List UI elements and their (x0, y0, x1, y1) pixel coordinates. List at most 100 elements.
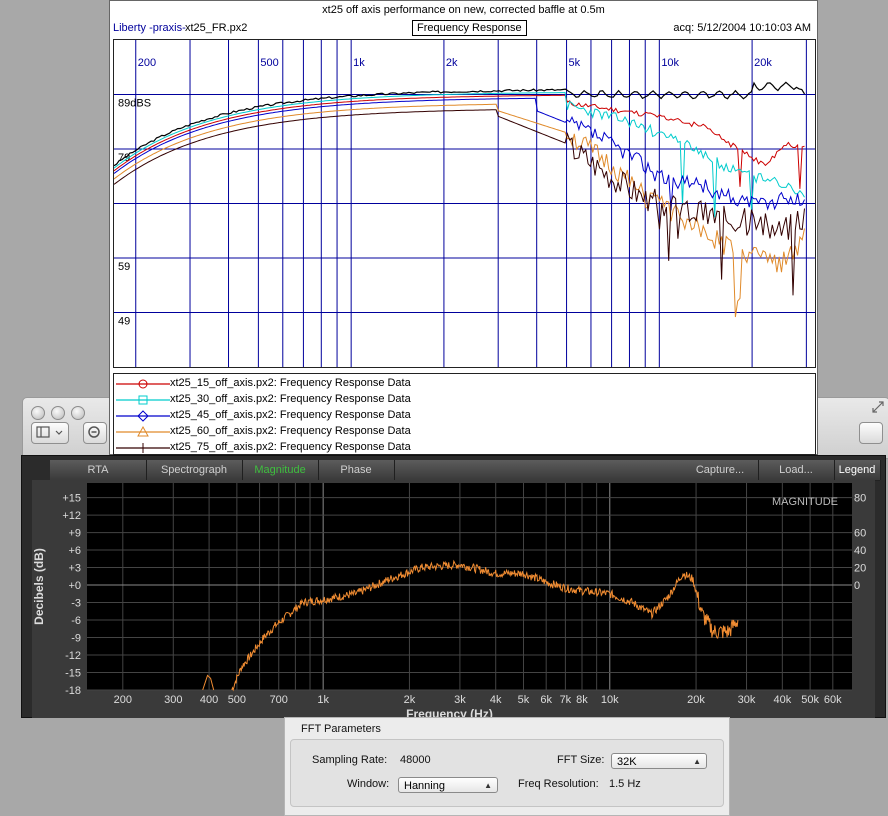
left-tick-label: +3 (68, 563, 81, 575)
diamond-marker-icon (116, 410, 170, 422)
x-tick-label: 500 (228, 694, 246, 706)
freq-resolution-label: Freq Resolution: (518, 778, 599, 790)
response-chart: 200 500 1k 2k 5k 10k 20k89dBS795949 (113, 40, 815, 367)
legend-item: xt25_75_off_axis.px2: Frequency Response… (114, 440, 814, 456)
freq-tick-label: 20k (754, 57, 772, 69)
freq-resolution-value: 1.5 Hz (609, 778, 641, 790)
select-arrows-icon: ▲ (693, 757, 701, 766)
left-tick-label: -18 (65, 685, 81, 697)
freq-tick-label: 2k (446, 57, 458, 69)
magnitude-graph: +15 +12 +9 +6 +3 +0 -3 -6 -9 -12 -15 -18 80 60 40 20 0 20… (32, 480, 875, 721)
x-tick-label: 300 (164, 694, 182, 706)
legend-label: xt25_45_off_axis.px2: Frequency Response… (170, 409, 411, 421)
x-tick-label: 10k (601, 694, 619, 706)
freq-tick-label: 200 (138, 57, 156, 69)
plot-title: xt25 off axis performance on new, correc… (322, 4, 605, 16)
tab-spectrograph[interactable]: Spectrograph (146, 460, 243, 480)
x-tick-label: 40k (773, 694, 791, 706)
left-tick-label: -6 (71, 615, 81, 627)
mode-label[interactable]: Frequency Response (412, 20, 527, 36)
legend-item: xt25_15_off_axis.px2: Frequency Response… (114, 376, 814, 392)
fft-size-select[interactable]: 32K ▲ (611, 753, 707, 769)
x-tick-label: 400 (200, 694, 218, 706)
left-tick-label: +6 (68, 545, 81, 557)
left-tick-label: -12 (65, 650, 81, 662)
x-tick-label: 2k (404, 694, 416, 706)
legend-label: xt25_15_off_axis.px2: Frequency Response… (170, 377, 411, 389)
fft-size-value: 32K (617, 756, 637, 768)
magnitude-chart: +15+12+9+6+3+0-3-6-9-12-15-1880604020020… (32, 483, 866, 721)
tab-capture[interactable]: Capture... (682, 460, 759, 480)
app-name: Liberty -praxis- (113, 22, 186, 34)
circle-marker-icon (116, 379, 170, 389)
acquisition-time: acq: 5/12/2004 10:10:03 AM (673, 22, 811, 34)
triangle-marker-icon (116, 425, 170, 437)
fft-panel-title: FFT Parameters (301, 723, 381, 735)
y-axis-label: Decibels (dB) (32, 548, 46, 625)
resize-icon[interactable] (871, 400, 885, 419)
window-select[interactable]: Hanning ▲ (398, 777, 498, 793)
x-tick-label: 6k (540, 694, 552, 706)
legend-item: xt25_60_off_axis.px2: Frequency Response… (114, 424, 814, 440)
sidebar-toggle-button[interactable] (31, 422, 69, 444)
x-tick-label: 4k (490, 694, 502, 706)
x-tick-label: 200 (114, 694, 132, 706)
series-4-curve (113, 103, 805, 318)
legend-label: xt25_60_off_axis.px2: Frequency Response… (170, 425, 411, 437)
zoom-out-button[interactable] (83, 422, 107, 444)
legend-label: xt25_75_off_axis.px2: Frequency Response… (170, 441, 411, 453)
db-tick-label: 59 (118, 261, 130, 273)
series-1-curve (113, 94, 805, 189)
liberty-plot-window: xt25 off axis performance on new, correc… (109, 0, 818, 455)
x-tick-label: 3k (454, 694, 466, 706)
x-tick-label: 8k (576, 694, 588, 706)
left-tick-label: -3 (71, 598, 81, 610)
left-tick-label: +12 (62, 510, 81, 522)
right-tick-label: 80 (854, 493, 866, 505)
fft-size-label: FFT Size: (557, 754, 605, 766)
square-marker-icon (116, 395, 170, 405)
sampling-rate-label: Sampling Rate: (312, 754, 388, 766)
fft-parameters-group: Sampling Rate: 48000 FFT Size: 32K ▲ Win… (290, 739, 724, 807)
freq-tick-label: 5k (569, 57, 581, 69)
left-tick-label: -15 (65, 668, 81, 680)
left-tick-label: -9 (71, 633, 81, 645)
x-tick-label: 5k (518, 694, 530, 706)
freq-tick-label: 10k (661, 57, 679, 69)
plot-background (87, 483, 852, 690)
sampling-rate-value: 48000 (400, 754, 431, 766)
zoom-window-button[interactable] (71, 406, 85, 420)
zoom-out-icon (88, 426, 100, 438)
window-label: Window: (347, 778, 390, 790)
close-window-button[interactable] (31, 406, 45, 420)
series-3-curve (113, 97, 805, 211)
sidebar-toggle-icon (36, 426, 63, 438)
x-tick-label: 60k (824, 694, 842, 706)
right-tick-label: 0 (854, 580, 860, 592)
select-arrows-icon: ▲ (484, 781, 492, 790)
plus-marker-icon (116, 443, 170, 453)
magnitude-overlay-label: MAGNITUDE (772, 496, 838, 508)
minimize-window-button[interactable] (51, 406, 65, 420)
right-tick-label: 20 (854, 563, 866, 575)
x-tick-label: 700 (270, 694, 288, 706)
analyzer-window: RTA Spectrograph Magnitude Phase Capture... L… (21, 455, 886, 721)
tab-legend[interactable]: Legend (834, 460, 881, 480)
db-tick-label: 49 (118, 316, 130, 328)
legend-item: xt25_45_off_axis.px2: Frequency Response… (114, 408, 814, 424)
x-tick-label: 50k (801, 694, 819, 706)
x-tick-label: 7k (560, 694, 572, 706)
tab-rta[interactable]: RTA (50, 460, 147, 480)
x-tick-label: 30k (738, 694, 756, 706)
left-tick-label: +15 (62, 493, 81, 505)
tab-magnitude[interactable]: Magnitude (242, 460, 319, 480)
window-value: Hanning (404, 780, 445, 792)
x-tick-label: 20k (687, 694, 705, 706)
toolbar-button[interactable] (859, 422, 883, 444)
tab-phase[interactable]: Phase (318, 460, 395, 480)
analyzer-tab-bar: RTA Spectrograph Magnitude Phase Capture... L… (50, 460, 881, 481)
legend-item: xt25_30_off_axis.px2: Frequency Response… (114, 392, 814, 408)
fft-parameters-panel: FFT Parameters Sampling Rate: 48000 FFT … (284, 717, 730, 816)
series-2-curve (113, 92, 805, 218)
tab-load[interactable]: Load... (758, 460, 835, 480)
